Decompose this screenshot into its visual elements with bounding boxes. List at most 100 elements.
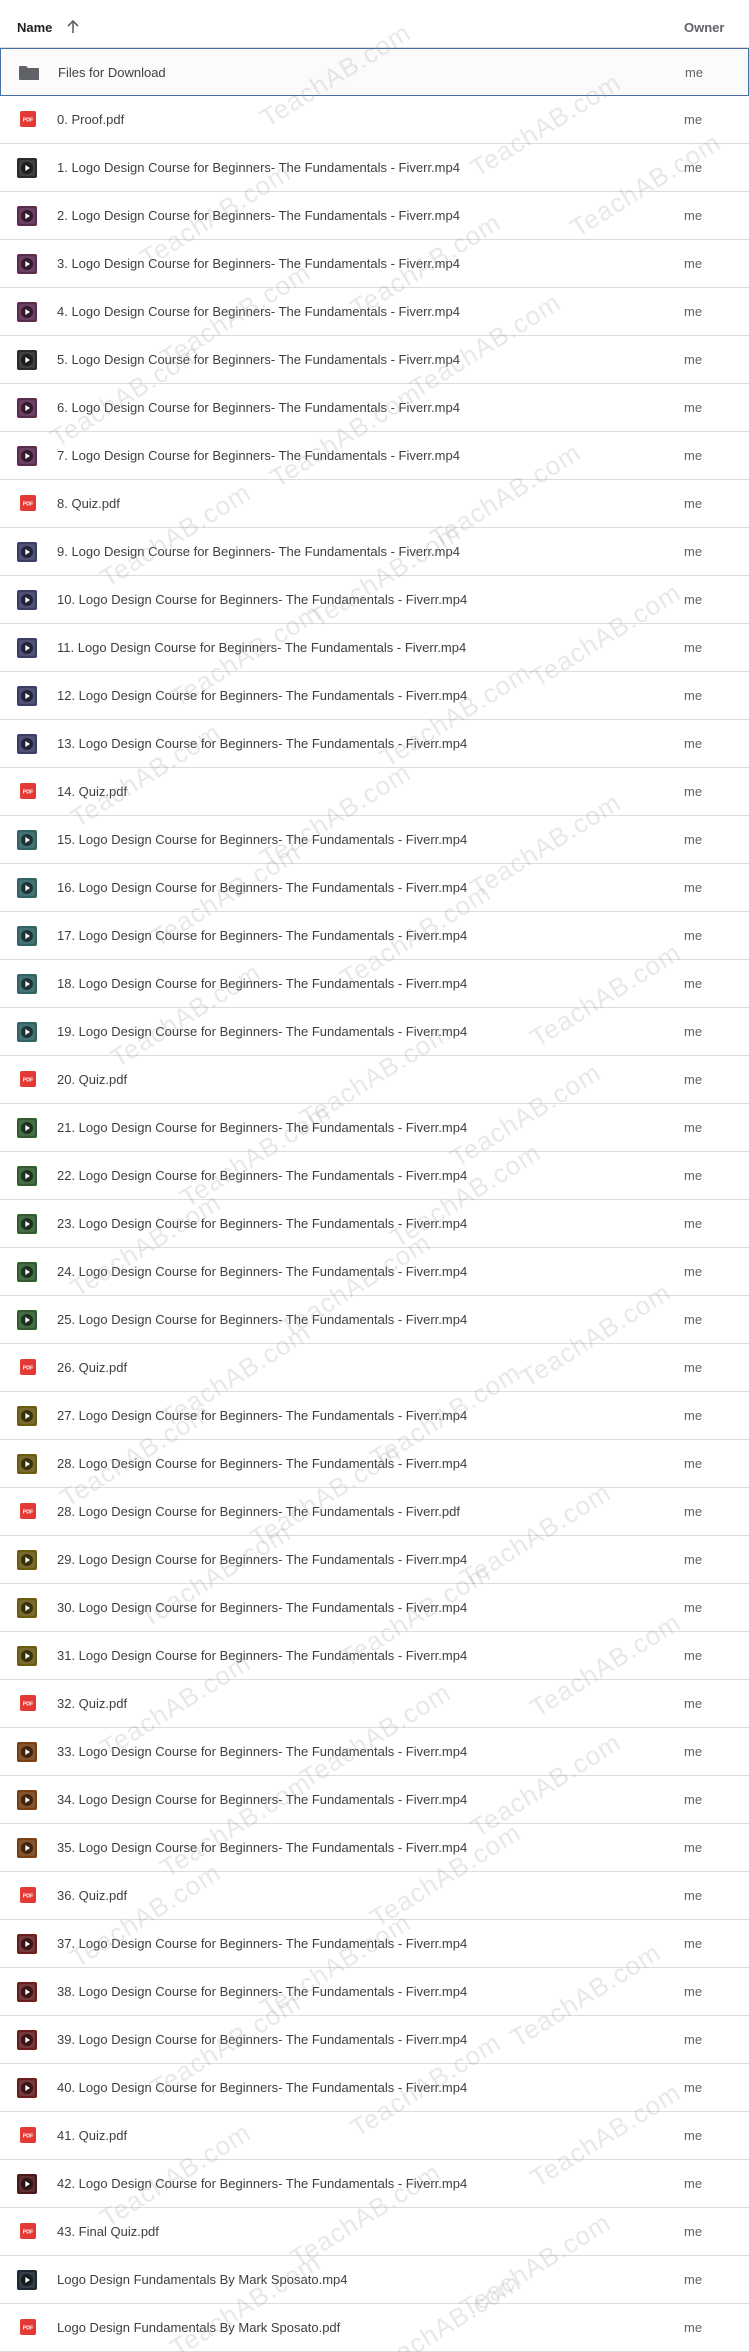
file-row[interactable]: 37. Logo Design Course for Beginners- Th… — [0, 1920, 749, 1968]
file-row[interactable]: 40. Logo Design Course for Beginners- Th… — [0, 2064, 749, 2112]
file-name[interactable]: 14. Quiz.pdf — [57, 768, 127, 816]
file-row[interactable]: PDF 28. Logo Design Course for Beginners-… — [0, 1488, 749, 1536]
file-name[interactable]: 10. Logo Design Course for Beginners- Th… — [57, 576, 467, 624]
file-row[interactable]: 42. Logo Design Course for Beginners- Th… — [0, 2160, 749, 2208]
file-name[interactable]: 26. Quiz.pdf — [57, 1344, 127, 1392]
file-row[interactable]: 27. Logo Design Course for Beginners- Th… — [0, 1392, 749, 1440]
file-name[interactable]: 23. Logo Design Course for Beginners- Th… — [57, 1200, 467, 1248]
file-row[interactable]: 10. Logo Design Course for Beginners- Th… — [0, 576, 749, 624]
file-row[interactable]: 3. Logo Design Course for Beginners- The… — [0, 240, 749, 288]
file-name[interactable]: 16. Logo Design Course for Beginners- Th… — [57, 864, 467, 912]
file-name[interactable]: 42. Logo Design Course for Beginners- Th… — [57, 2160, 467, 2208]
file-row[interactable]: 28. Logo Design Course for Beginners- Th… — [0, 1440, 749, 1488]
file-row[interactable]: 25. Logo Design Course for Beginners- Th… — [0, 1296, 749, 1344]
file-row[interactable]: PDF 26. Quiz.pdf me — [0, 1344, 749, 1392]
file-name[interactable]: 28. Logo Design Course for Beginners- Th… — [57, 1440, 467, 1488]
file-row[interactable]: 23. Logo Design Course for Beginners- Th… — [0, 1200, 749, 1248]
file-name[interactable]: 30. Logo Design Course for Beginners- Th… — [57, 1584, 467, 1632]
file-name[interactable]: 5. Logo Design Course for Beginners- The… — [57, 336, 460, 384]
file-row[interactable]: 15. Logo Design Course for Beginners- Th… — [0, 816, 749, 864]
file-name[interactable]: 7. Logo Design Course for Beginners- The… — [57, 432, 460, 480]
file-name[interactable]: 27. Logo Design Course for Beginners- Th… — [57, 1392, 467, 1440]
file-row[interactable]: PDF 8. Quiz.pdf me — [0, 480, 749, 528]
file-row[interactable]: PDF 32. Quiz.pdf me — [0, 1680, 749, 1728]
file-name[interactable]: 19. Logo Design Course for Beginners- Th… — [57, 1008, 467, 1056]
file-name[interactable]: 0. Proof.pdf — [57, 96, 124, 144]
folder-row[interactable]: Files for Download me — [0, 48, 749, 96]
file-name[interactable]: 21. Logo Design Course for Beginners- Th… — [57, 1104, 467, 1152]
file-name[interactable]: 28. Logo Design Course for Beginners- Th… — [57, 1488, 460, 1536]
file-name[interactable]: 41. Quiz.pdf — [57, 2112, 127, 2160]
file-name[interactable]: 22. Logo Design Course for Beginners- Th… — [57, 1152, 467, 1200]
file-row[interactable]: 18. Logo Design Course for Beginners- Th… — [0, 960, 749, 1008]
file-row[interactable]: Logo Design Fundamentals By Mark Sposato… — [0, 2256, 749, 2304]
owner-column-header[interactable]: Owner — [684, 0, 724, 48]
file-row[interactable]: 38. Logo Design Course for Beginners- Th… — [0, 1968, 749, 2016]
file-name[interactable]: 29. Logo Design Course for Beginners- Th… — [57, 1536, 467, 1584]
file-row[interactable]: PDF 0. Proof.pdf me — [0, 96, 749, 144]
file-row[interactable]: 31. Logo Design Course for Beginners- Th… — [0, 1632, 749, 1680]
file-name[interactable]: 2. Logo Design Course for Beginners- The… — [57, 192, 460, 240]
file-name[interactable]: 34. Logo Design Course for Beginners- Th… — [57, 1776, 467, 1824]
file-name[interactable]: 24. Logo Design Course for Beginners- Th… — [57, 1248, 467, 1296]
file-row[interactable]: 13. Logo Design Course for Beginners- Th… — [0, 720, 749, 768]
file-row[interactable]: PDF Logo Design Fundamentals By Mark Spos… — [0, 2304, 749, 2352]
file-name[interactable]: 25. Logo Design Course for Beginners- Th… — [57, 1296, 467, 1344]
file-name[interactable]: Files for Download — [58, 49, 166, 97]
file-row[interactable]: 12. Logo Design Course for Beginners- Th… — [0, 672, 749, 720]
file-row[interactable]: 21. Logo Design Course for Beginners- Th… — [0, 1104, 749, 1152]
file-name[interactable]: 15. Logo Design Course for Beginners- Th… — [57, 816, 467, 864]
file-name[interactable]: Logo Design Fundamentals By Mark Sposato… — [57, 2304, 340, 2352]
file-row[interactable]: 19. Logo Design Course for Beginners- Th… — [0, 1008, 749, 1056]
file-name[interactable]: 38. Logo Design Course for Beginners- Th… — [57, 1968, 467, 2016]
file-row[interactable]: 22. Logo Design Course for Beginners- Th… — [0, 1152, 749, 1200]
file-row[interactable]: 1. Logo Design Course for Beginners- The… — [0, 144, 749, 192]
file-row[interactable]: 9. Logo Design Course for Beginners- The… — [0, 528, 749, 576]
file-name[interactable]: 11. Logo Design Course for Beginners- Th… — [57, 624, 466, 672]
file-row[interactable]: 35. Logo Design Course for Beginners- Th… — [0, 1824, 749, 1872]
file-name[interactable]: 18. Logo Design Course for Beginners- Th… — [57, 960, 467, 1008]
file-name[interactable]: 9. Logo Design Course for Beginners- The… — [57, 528, 460, 576]
file-row[interactable]: 6. Logo Design Course for Beginners- The… — [0, 384, 749, 432]
file-row[interactable]: 4. Logo Design Course for Beginners- The… — [0, 288, 749, 336]
file-name[interactable]: 4. Logo Design Course for Beginners- The… — [57, 288, 460, 336]
file-name[interactable]: 37. Logo Design Course for Beginners- Th… — [57, 1920, 467, 1968]
file-row[interactable]: PDF 41. Quiz.pdf me — [0, 2112, 749, 2160]
file-name[interactable]: 17. Logo Design Course for Beginners- Th… — [57, 912, 467, 960]
file-name[interactable]: 40. Logo Design Course for Beginners- Th… — [57, 2064, 467, 2112]
file-row[interactable]: 2. Logo Design Course for Beginners- The… — [0, 192, 749, 240]
file-row[interactable]: 17. Logo Design Course for Beginners- Th… — [0, 912, 749, 960]
file-row[interactable]: PDF 20. Quiz.pdf me — [0, 1056, 749, 1104]
file-row[interactable]: 33. Logo Design Course for Beginners- Th… — [0, 1728, 749, 1776]
file-row[interactable]: PDF 36. Quiz.pdf me — [0, 1872, 749, 1920]
file-name[interactable]: 6. Logo Design Course for Beginners- The… — [57, 384, 460, 432]
file-name[interactable]: 36. Quiz.pdf — [57, 1872, 127, 1920]
sort-ascending-arrow-icon[interactable] — [66, 19, 80, 35]
file-name[interactable]: 32. Quiz.pdf — [57, 1680, 127, 1728]
file-row[interactable]: PDF 14. Quiz.pdf me — [0, 768, 749, 816]
file-name[interactable]: 12. Logo Design Course for Beginners- Th… — [57, 672, 467, 720]
file-name[interactable]: 33. Logo Design Course for Beginners- Th… — [57, 1728, 467, 1776]
file-row[interactable]: 24. Logo Design Course for Beginners- Th… — [0, 1248, 749, 1296]
file-row[interactable]: 7. Logo Design Course for Beginners- The… — [0, 432, 749, 480]
file-name[interactable]: 3. Logo Design Course for Beginners- The… — [57, 240, 460, 288]
file-name[interactable]: 31. Logo Design Course for Beginners- Th… — [57, 1632, 467, 1680]
file-row[interactable]: 11. Logo Design Course for Beginners- Th… — [0, 624, 749, 672]
svg-text:PDF: PDF — [23, 1078, 33, 1084]
file-row[interactable]: PDF 43. Final Quiz.pdf me — [0, 2208, 749, 2256]
file-name[interactable]: 43. Final Quiz.pdf — [57, 2208, 159, 2256]
file-row[interactable]: 30. Logo Design Course for Beginners- Th… — [0, 1584, 749, 1632]
file-name[interactable]: 39. Logo Design Course for Beginners- Th… — [57, 2016, 467, 2064]
file-name[interactable]: 13. Logo Design Course for Beginners- Th… — [57, 720, 467, 768]
file-row[interactable]: 16. Logo Design Course for Beginners- Th… — [0, 864, 749, 912]
file-row[interactable]: 5. Logo Design Course for Beginners- The… — [0, 336, 749, 384]
file-row[interactable]: 39. Logo Design Course for Beginners- Th… — [0, 2016, 749, 2064]
file-name[interactable]: 8. Quiz.pdf — [57, 480, 120, 528]
file-name[interactable]: 20. Quiz.pdf — [57, 1056, 127, 1104]
name-column-header[interactable]: Name — [17, 0, 52, 48]
file-name[interactable]: 35. Logo Design Course for Beginners- Th… — [57, 1824, 467, 1872]
file-row[interactable]: 34. Logo Design Course for Beginners- Th… — [0, 1776, 749, 1824]
file-name[interactable]: Logo Design Fundamentals By Mark Sposato… — [57, 2256, 348, 2304]
file-name[interactable]: 1. Logo Design Course for Beginners- The… — [57, 144, 460, 192]
file-row[interactable]: 29. Logo Design Course for Beginners- Th… — [0, 1536, 749, 1584]
